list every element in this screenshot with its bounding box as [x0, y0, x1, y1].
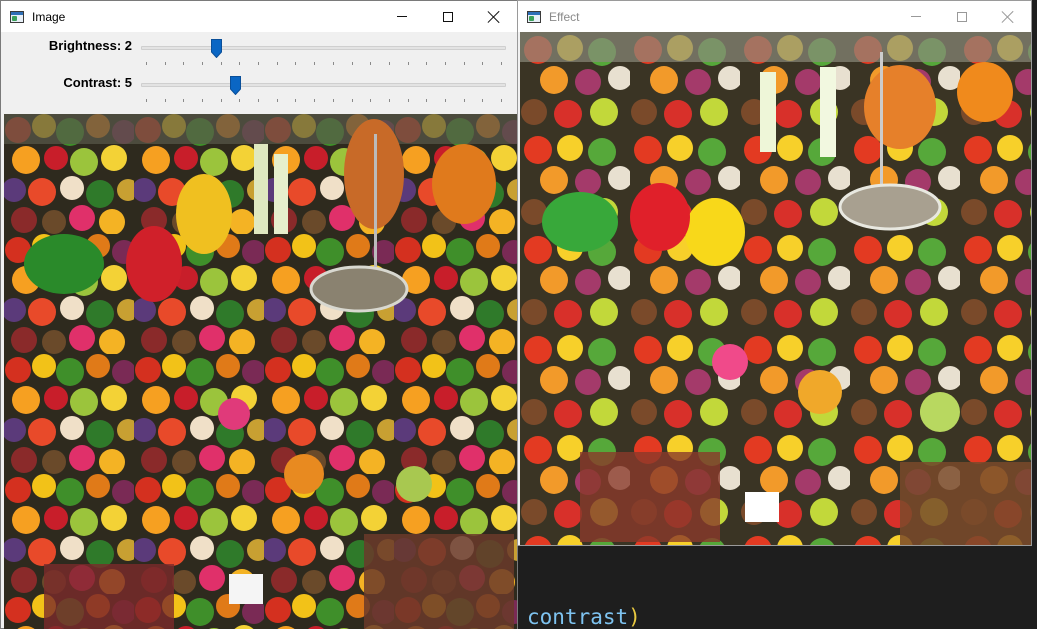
tick-mark	[220, 62, 222, 65]
tick-mark	[370, 62, 372, 65]
tick-mark	[426, 99, 428, 102]
minimize-button[interactable]	[379, 1, 425, 32]
tick-mark	[314, 99, 316, 102]
tick-mark	[314, 62, 316, 65]
tick-mark	[164, 99, 166, 102]
close-icon	[1002, 11, 1014, 23]
minimize-icon	[397, 16, 407, 17]
tick-mark	[295, 99, 297, 102]
tick-mark	[482, 99, 484, 102]
tick-mark	[463, 99, 465, 102]
image-window-title: Image	[32, 9, 66, 24]
contrast-label: Contrast: 5	[63, 75, 132, 90]
tick-mark	[444, 62, 446, 65]
identifier-text: contrast	[527, 605, 629, 629]
tick-mark	[183, 62, 185, 65]
close-button[interactable]	[985, 1, 1031, 32]
tick-mark	[332, 62, 334, 65]
close-button[interactable]	[471, 1, 517, 32]
brightness-tick-marks	[141, 62, 506, 65]
tick-mark	[407, 99, 409, 102]
tick-mark	[501, 99, 502, 102]
tick-mark	[407, 62, 409, 65]
tick-mark	[146, 62, 147, 65]
source-image	[4, 114, 517, 629]
effect-window: Effect	[517, 0, 1032, 546]
maximize-icon	[957, 11, 967, 22]
close-icon	[488, 11, 500, 23]
tick-mark	[164, 62, 166, 65]
tick-mark	[388, 62, 390, 65]
tick-mark	[258, 62, 260, 65]
image-window: Image Brightness: 2 Contrast: 5	[0, 0, 518, 629]
maximize-button[interactable]	[939, 1, 985, 32]
maximize-button[interactable]	[425, 1, 471, 32]
tick-mark	[463, 62, 465, 65]
brightness-label: Brightness: 2	[48, 38, 132, 53]
tick-mark	[501, 62, 502, 65]
tick-mark	[220, 99, 222, 102]
closing-paren: )	[628, 605, 641, 629]
contrast-tick-marks	[141, 99, 506, 102]
app-icon	[526, 9, 542, 25]
app-icon	[9, 9, 25, 25]
tick-mark	[276, 62, 278, 65]
tick-mark	[239, 62, 241, 65]
tick-mark	[444, 99, 446, 102]
tick-mark	[388, 99, 390, 102]
effect-image	[520, 32, 1031, 545]
tick-mark	[370, 99, 372, 102]
contrast-slider-track[interactable]	[141, 83, 506, 87]
effect-window-title: Effect	[549, 9, 580, 24]
contrast-trackbar: Contrast: 5	[1, 72, 517, 108]
tick-mark	[202, 62, 204, 65]
image-titlebar[interactable]: Image	[1, 1, 517, 32]
minimize-icon	[911, 16, 921, 17]
tick-mark	[351, 99, 353, 102]
tick-mark	[239, 99, 241, 102]
tick-mark	[146, 99, 147, 102]
maximize-icon	[443, 11, 453, 22]
minimize-button[interactable]	[893, 1, 939, 32]
trackbar-panel: Brightness: 2 Contrast: 5	[1, 32, 517, 114]
brightness-trackbar: Brightness: 2	[1, 35, 517, 71]
effect-titlebar[interactable]: Effect	[518, 1, 1031, 32]
tick-mark	[351, 62, 353, 65]
tick-mark	[295, 62, 297, 65]
code-editor-snippet: contrast)	[527, 605, 641, 629]
tick-mark	[332, 99, 334, 102]
tick-mark	[426, 62, 428, 65]
tick-mark	[482, 62, 484, 65]
tick-mark	[258, 99, 260, 102]
slider-thumb-icon[interactable]	[211, 39, 222, 58]
slider-thumb-icon[interactable]	[230, 76, 241, 95]
brightness-slider-track[interactable]	[141, 46, 506, 50]
tick-mark	[202, 99, 204, 102]
tick-mark	[276, 99, 278, 102]
tick-mark	[183, 99, 185, 102]
